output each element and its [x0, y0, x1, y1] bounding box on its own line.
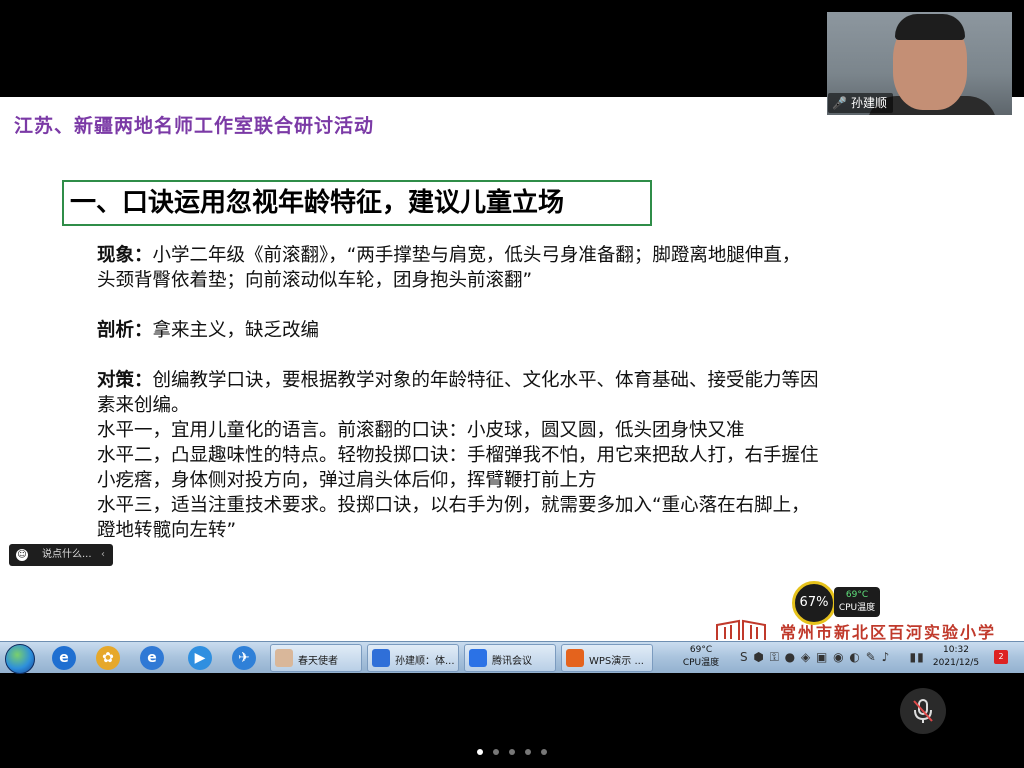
wps-writer-icon: [372, 649, 390, 667]
microphone-icon: 🎤: [832, 96, 847, 110]
book-icon: [716, 619, 766, 640]
taskbar-clock[interactable]: 10:32 2021/12/5: [930, 644, 982, 670]
analysis-paragraph: 剖析：拿来主义，缺乏改编: [97, 318, 927, 343]
browser-icon[interactable]: e: [140, 646, 164, 670]
level-three-line-2: 蹬地转髋向左转”: [97, 520, 237, 541]
page-dot[interactable]: [477, 749, 483, 755]
chat-placeholder: 说点什么...: [42, 549, 92, 560]
microphone-muted-icon: [913, 699, 933, 723]
level-two-line-1: 水平二，凸显趣味性的特点。轻物投掷口诀：手榴弹我不怕，用它来把敌人打，右手握住: [97, 445, 819, 466]
cpu-temp-box: 69°C CPU温度: [834, 587, 880, 617]
task-wps-presentation[interactable]: WPS演示 ...: [561, 644, 653, 672]
taskbar-cpu-temp[interactable]: 69°C CPU温度: [681, 644, 721, 670]
slide-header: 江苏、新疆两地名师工作室联合研讨活动: [14, 115, 375, 137]
media-player-icon[interactable]: ▶: [188, 646, 212, 670]
participant-name: 孙建顺: [850, 96, 887, 110]
colorful-app-icon[interactable]: ✿: [96, 646, 120, 670]
cpu-temp-value: 69°C: [845, 590, 869, 600]
task-sunjianshun[interactable]: 孙建顺：体...: [367, 644, 459, 672]
page-dot[interactable]: [493, 749, 499, 755]
chat-input[interactable]: ☺ 说点什么... ‹: [9, 544, 113, 566]
mute-microphone-button[interactable]: [900, 688, 946, 734]
page-indicator: [0, 740, 1024, 759]
participant-name-tag: 🎤 孙建顺: [828, 93, 893, 113]
participant-video[interactable]: 🎤 孙建顺: [827, 12, 1012, 115]
analysis-text: 拿来主义，缺乏改编: [152, 320, 320, 341]
presentation-slide: 江苏、新疆两地名师工作室联合研讨活动 一、口诀运用忽视年龄特征，建议儿童立场 现…: [0, 97, 1024, 641]
phenomenon-label: 现象：: [97, 245, 153, 266]
avatar-icon: [275, 649, 293, 667]
phenomenon-paragraph: 现象：小学二年级《前滚翻》，“两手撑垫与肩宽，低头弓身准备翻；脚蹬离地腿伸直，: [97, 243, 927, 268]
analysis-label: 剖析：: [97, 320, 153, 341]
chevron-left-icon[interactable]: ‹: [101, 544, 105, 566]
notification-badge[interactable]: 2: [994, 650, 1008, 664]
level-three-line-1: 水平三，适当注重技术要求。投掷口诀，以右手为例，就需要多加入“重心落在右脚上，: [97, 495, 810, 516]
taskbar: e ✿ e ▶ ✈ 春天使者 孙建顺：体... 腾讯会议 WPS演示 ... 6…: [0, 641, 1024, 674]
strategy-line-2: 素来创编。: [97, 395, 190, 416]
tencent-meeting-icon: [469, 649, 487, 667]
start-button[interactable]: [5, 644, 35, 674]
wps-presentation-icon: [566, 649, 584, 667]
person-hair: [895, 14, 965, 40]
strategy-line-1: 创编教学口诀，要根据教学对象的年龄特征、文化水平、体育基础、接受能力等因: [152, 370, 819, 391]
task-chuntian[interactable]: 春天使者: [270, 644, 362, 672]
cpu-temp-label: CPU温度: [838, 603, 876, 613]
emoji-icon[interactable]: ☺: [16, 549, 28, 561]
clock-date: 2021/12/5: [932, 658, 980, 668]
level-one-line: 水平一，宜用儿童化的语言。前滚翻的口诀：小皮球，圆又圆，低头团身快又准: [97, 420, 745, 441]
school-logo: 常州市新北区百河实验小学: [712, 619, 1012, 641]
phenomenon-line-2: 头颈背臀依着垫；向前滚动似车轮，团身抱头前滚翻”: [97, 270, 533, 291]
ie-icon[interactable]: e: [52, 646, 76, 670]
system-tray-icons[interactable]: S ⬢ ⚿ ● ◈ ▣ ◉ ◐ ✎ ♪ ▮▮: [740, 650, 925, 665]
clock-time: 10:32: [943, 645, 969, 655]
bird-app-icon[interactable]: ✈: [232, 646, 256, 670]
phenomenon-line-1: 小学二年级《前滚翻》，“两手撑垫与肩宽，低头弓身准备翻；脚蹬离地腿伸直，: [152, 245, 801, 266]
strategy-paragraph: 对策：创编教学口诀，要根据教学对象的年龄特征、文化水平、体育基础、接受能力等因: [97, 368, 927, 393]
page-dot[interactable]: [525, 749, 531, 755]
cpu-usage-ring: 67%: [792, 581, 836, 625]
task-tencent-meeting[interactable]: 腾讯会议: [464, 644, 556, 672]
slide-body: 现象：小学二年级《前滚翻》，“两手撑垫与肩宽，低头弓身准备翻；脚蹬离地腿伸直， …: [97, 243, 927, 543]
page-dot[interactable]: [541, 749, 547, 755]
level-two-line-2: 小疙瘩，身体侧对投方向，弹过肩头体后仰，挥臂鞭打前上方: [97, 470, 597, 491]
strategy-label: 对策：: [97, 370, 153, 391]
page-dot[interactable]: [509, 749, 515, 755]
slide-title: 一、口诀运用忽视年龄特征，建议儿童立场: [62, 180, 652, 226]
